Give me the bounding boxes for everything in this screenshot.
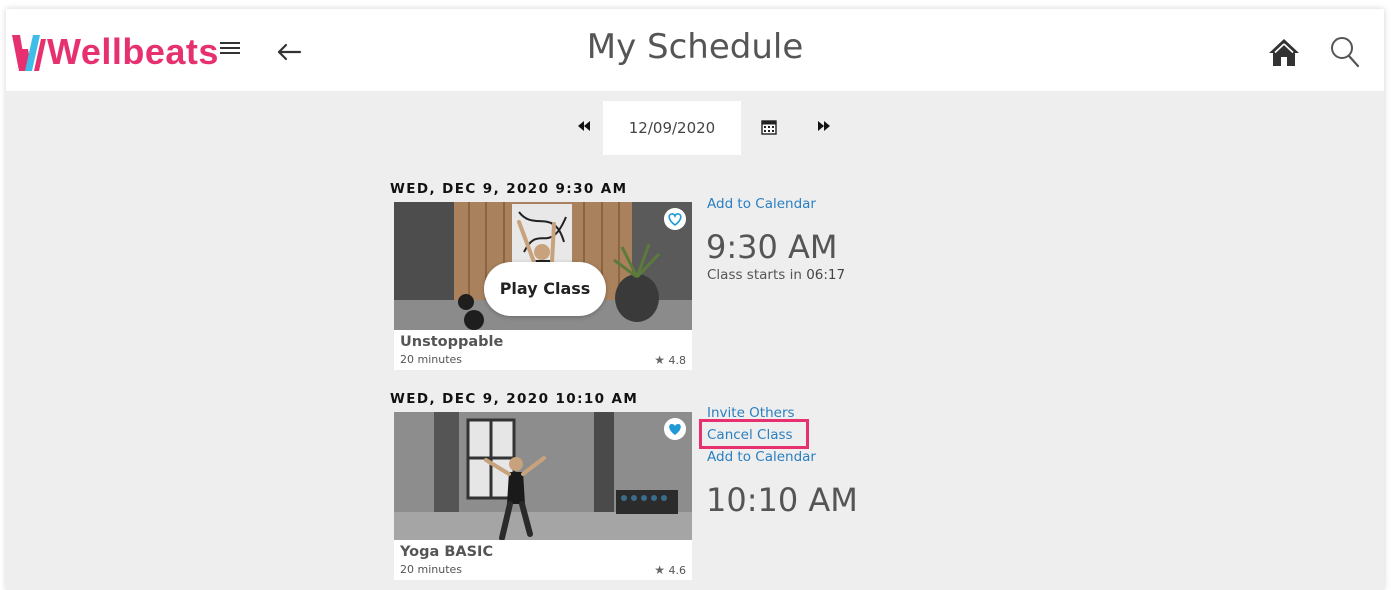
countdown-value: 06:17 [806,267,846,283]
class-time: 10:10 AM [706,481,858,519]
countdown-label: Class starts in [707,267,807,283]
rewind-icon[interactable] [576,119,592,133]
class-name: Yoga BASIC [400,544,494,560]
page-title: My Schedule [586,27,804,67]
home-icon[interactable] [1268,37,1300,67]
class-countdown: Class starts in 06:17 [707,267,845,283]
class-card[interactable]: Yoga BASIC 20 minutes ★ 4.6 [394,412,692,580]
play-class-button[interactable]: Play Class [484,262,606,316]
class-time: 9:30 AM [706,228,838,266]
class-card[interactable]: Play Class Unstoppable 20 minutes ★ 4.8 [394,202,692,370]
date-navigation: 12/09/2020 [6,101,1384,155]
rating-value: 4.8 [668,354,687,367]
class-duration: 20 minutes [400,563,463,576]
fast-forward-icon[interactable] [816,119,832,133]
class-heading: WED, DEC 9, 2020 10:10 AM [390,391,639,407]
class-thumbnail [394,412,692,540]
header-bar: Wellbeats My Schedule [6,9,1384,91]
date-display[interactable]: 12/09/2020 [603,101,741,155]
star-icon: ★ [654,563,665,577]
app-window: Wellbeats My Schedule 12/09/2020 WED, DE… [6,9,1384,590]
class-rating: ★ 4.6 [654,563,686,577]
add-to-calendar-link[interactable]: Add to Calendar [707,196,816,212]
class-rating: ★ 4.8 [654,353,686,367]
invite-others-link[interactable]: Invite Others [707,405,795,421]
cancel-class-link[interactable]: Cancel Class [707,427,793,443]
rating-value: 4.6 [668,564,687,577]
search-icon[interactable] [1330,36,1360,68]
class-heading: WED, DEC 9, 2020 9:30 AM [390,181,628,197]
favorite-heart-icon[interactable] [664,418,686,440]
class-duration: 20 minutes [400,353,463,366]
add-to-calendar-link[interactable]: Add to Calendar [707,449,816,465]
star-icon: ★ [654,353,665,367]
calendar-icon[interactable] [761,119,777,135]
favorite-heart-icon[interactable] [664,208,686,230]
class-name: Unstoppable [400,334,504,350]
